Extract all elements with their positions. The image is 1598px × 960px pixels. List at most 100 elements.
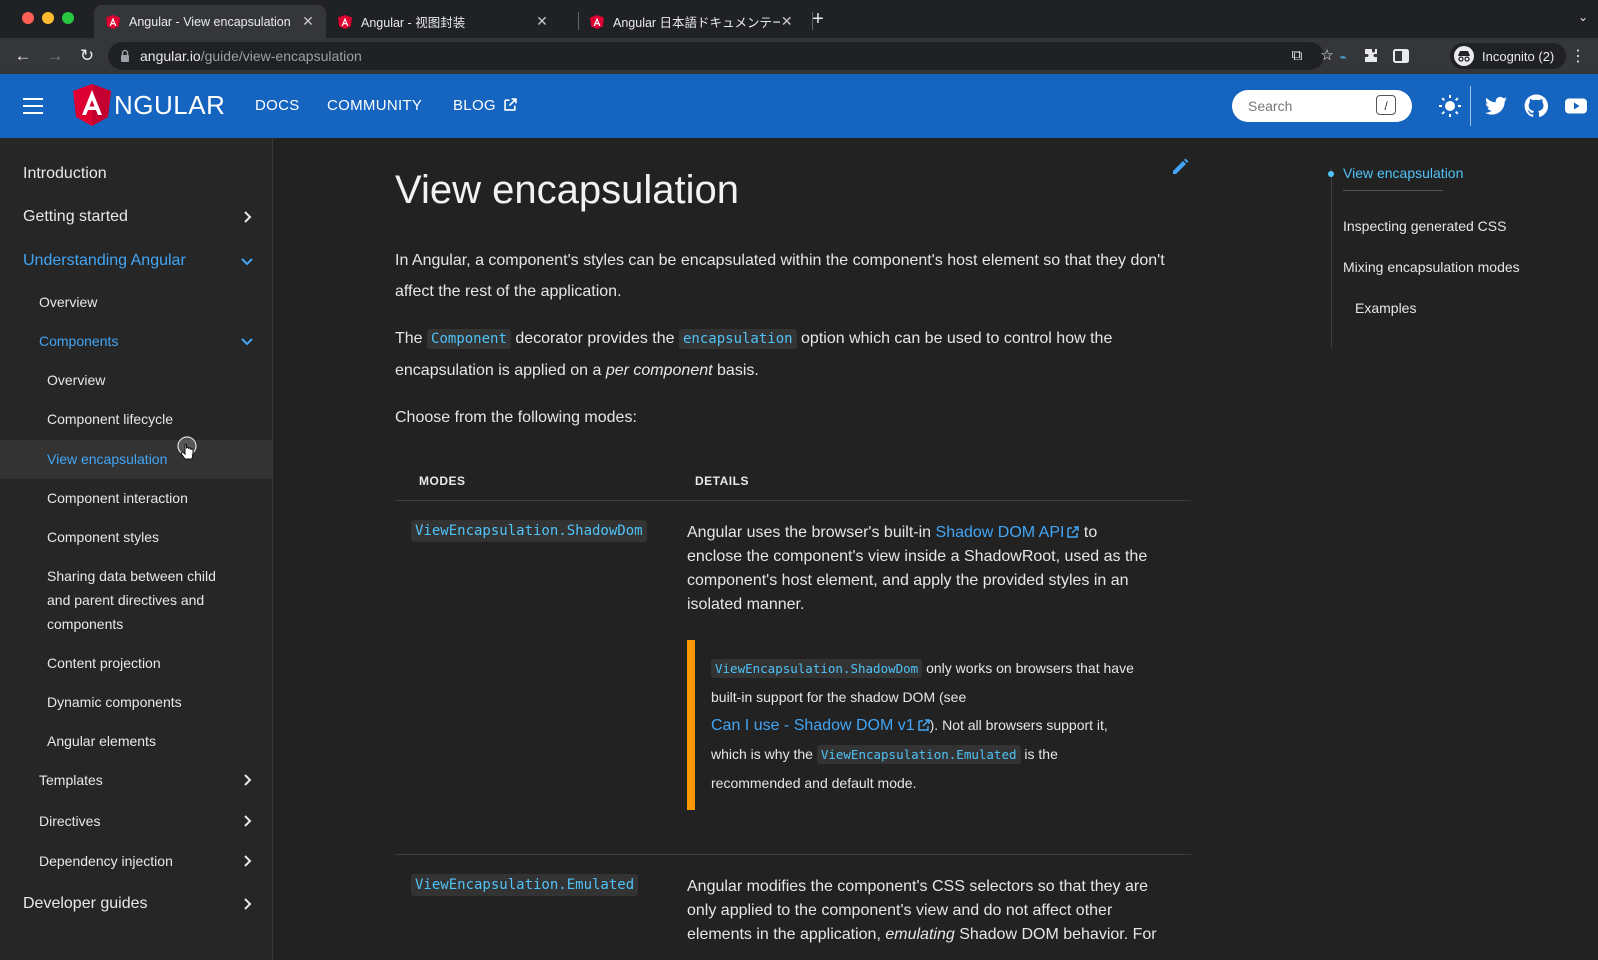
main-content: View encapsulation In Angular, a compone… [273, 138, 1303, 960]
browser-tab-view-encapsulation[interactable]: Angular - View encapsulation ✕ [94, 5, 326, 38]
note-shadowdom-code[interactable]: ViewEncapsulation.ShadowDom [711, 659, 923, 678]
table-of-contents: View encapsulation Inspecting generated … [1303, 138, 1598, 960]
twitter-icon[interactable] [1484, 94, 1508, 118]
sidebar-item-developer-guides[interactable]: Developer guides [0, 892, 272, 916]
shadowdom-details: Angular uses the browser's built-in Shad… [687, 524, 1148, 613]
incognito-profile-button[interactable]: Incognito (2) [1450, 43, 1566, 69]
logo-wordmark[interactable]: NGULAR [114, 90, 225, 121]
chevron-right-icon [244, 774, 252, 786]
new-tab-plus-icon[interactable]: + [808, 8, 828, 31]
youtube-icon[interactable] [1564, 94, 1588, 118]
sidebar-item-components[interactable]: Components [0, 329, 272, 353]
browser-tab-bar: Angular - View encapsulation ✕ Angular -… [0, 0, 1598, 38]
sidebar-item-components-overview[interactable]: Overview [0, 368, 272, 392]
toc-active-underline [1343, 190, 1443, 191]
sidebar-item-content-projection[interactable]: Content projection [0, 651, 272, 675]
hand-pointer-cursor-icon [177, 436, 197, 460]
puzzle-extensions-icon[interactable] [1362, 47, 1380, 65]
page-title: View encapsulation [395, 168, 739, 212]
chevron-down-icon [241, 338, 253, 346]
toc-item-view-encapsulation[interactable]: View encapsulation [1343, 165, 1463, 181]
sidebar-item-sharing-data-line3[interactable]: components [0, 612, 272, 636]
reload-icon[interactable]: ↻ [76, 45, 98, 67]
sidebar-item-templates[interactable]: Templates [0, 768, 272, 792]
sidebar-item-view-encapsulation[interactable]: View encapsulation [0, 440, 272, 479]
side-panel-icon[interactable] [1392, 47, 1410, 65]
minimize-window-button[interactable] [42, 12, 54, 24]
note-emulated-code[interactable]: ViewEncapsulation.Emulated [816, 745, 1021, 764]
toc-item-inspecting-css[interactable]: Inspecting generated CSS [1343, 218, 1506, 234]
theme-toggle-sun-icon[interactable] [1438, 94, 1462, 118]
sidebar-item-directives[interactable]: Directives [0, 809, 272, 833]
address-bar[interactable]: angular.io/guide/view-encapsulation ⧉ ☆ [108, 42, 1334, 70]
table-divider [395, 854, 1191, 855]
shadow-dom-api-link[interactable]: Shadow DOM API [936, 524, 1080, 541]
component-code-link[interactable]: Component [427, 329, 511, 349]
tab-close-icon[interactable]: ✕ [534, 13, 550, 30]
translate-icon[interactable]: ⧉ [1288, 47, 1306, 65]
close-window-button[interactable] [22, 12, 34, 24]
chevron-right-icon [244, 211, 252, 223]
search-shortcut-key: / [1376, 95, 1396, 115]
sidebar-item-sharing-data-line1[interactable]: Sharing data between child [0, 564, 272, 588]
tab-close-icon[interactable]: ✕ [780, 13, 795, 30]
incognito-icon [1454, 46, 1474, 66]
maximize-window-button[interactable] [62, 12, 74, 24]
col-header-modes: MODES [419, 474, 466, 488]
sidebar-item-angular-elements[interactable]: Angular elements [0, 729, 272, 753]
chevron-right-icon [244, 898, 252, 910]
angular-favicon-icon [106, 14, 120, 29]
nav-docs-link[interactable]: DOCS [255, 97, 300, 114]
shadowdom-note-callout: ViewEncapsulation.ShadowDom only works o… [687, 640, 1167, 810]
back-arrow-icon[interactable]: ← [12, 45, 34, 67]
browser-menu-kebab-icon[interactable]: ⋮ [1570, 46, 1586, 66]
angular-favicon-icon [338, 14, 352, 29]
edit-pencil-icon[interactable] [1171, 158, 1189, 176]
toc-active-dot [1328, 171, 1334, 177]
extensions-area: ⌁ [1334, 43, 1416, 69]
encapsulation-code-link[interactable]: encapsulation [679, 329, 797, 349]
sidebar-nav: Introduction Getting started Understandi… [0, 138, 273, 960]
external-link-icon [504, 98, 518, 111]
tab-label: Angular 日本語ドキュメンテーシ [613, 16, 780, 30]
chevron-right-icon [244, 815, 252, 827]
toc-item-examples[interactable]: Examples [1355, 300, 1416, 316]
sidebar-item-introduction[interactable]: Introduction [0, 162, 272, 186]
nav-blog-link[interactable]: BLOG [453, 97, 518, 114]
external-link-icon [1067, 526, 1080, 538]
sidebar-item-sharing-data-line2[interactable]: and parent directives and [0, 588, 272, 612]
sidebar-item-overview[interactable]: Overview [0, 290, 272, 314]
browser-toolbar: ← → ↻ angular.io/guide/view-encapsulatio… [0, 38, 1598, 74]
tab-label: Angular - View encapsulation [129, 14, 291, 29]
col-header-details: DETAILS [695, 474, 749, 488]
lock-icon [121, 49, 129, 62]
url-text: angular.io/guide/view-encapsulation [140, 48, 362, 64]
mode-shadowdom-code[interactable]: ViewEncapsulation.ShadowDom [411, 520, 647, 542]
hamburger-menu-icon[interactable] [23, 98, 43, 114]
tab-label: Angular - 视图封装 [361, 16, 466, 30]
modes-intro: Choose from the following modes: [395, 409, 637, 426]
angular-logo-icon[interactable] [73, 84, 111, 126]
sidebar-item-dynamic-components[interactable]: Dynamic components [0, 690, 272, 714]
sidebar-item-dependency-injection[interactable]: Dependency injection [0, 849, 272, 873]
browser-tab-jp[interactable]: Angular 日本語ドキュメンテーシ ✕ [578, 5, 804, 38]
extension-activity-icon[interactable]: ⌁ [1334, 48, 1352, 66]
search-box[interactable]: / [1232, 90, 1412, 122]
search-input[interactable] [1246, 97, 1370, 115]
sidebar-item-component-interaction[interactable]: Component interaction [0, 486, 272, 510]
site-header: NGULAR DOCS COMMUNITY BLOG / [0, 74, 1598, 138]
browser-tab-cn[interactable]: Angular - 视图封装 ✕ [326, 5, 560, 38]
forward-arrow-icon[interactable]: → [44, 45, 66, 67]
tab-close-icon[interactable]: ✕ [300, 13, 316, 30]
mode-emulated-code[interactable]: ViewEncapsulation.Emulated [411, 874, 639, 896]
tab-search-chevron-icon[interactable]: ⌄ [1578, 10, 1588, 24]
sidebar-item-component-styles[interactable]: Component styles [0, 525, 272, 549]
toc-item-mixing-modes[interactable]: Mixing encapsulation modes [1343, 259, 1520, 275]
sidebar-item-understanding-angular[interactable]: Understanding Angular [0, 249, 272, 273]
emulated-details: Angular modifies the component's CSS sel… [687, 878, 1157, 943]
nav-community-link[interactable]: COMMUNITY [327, 97, 422, 114]
can-i-use-link[interactable]: Can I use - Shadow DOM v1 [711, 717, 930, 734]
sidebar-item-component-lifecycle[interactable]: Component lifecycle [0, 407, 272, 431]
github-icon[interactable] [1524, 94, 1548, 118]
sidebar-item-getting-started[interactable]: Getting started [0, 205, 272, 229]
